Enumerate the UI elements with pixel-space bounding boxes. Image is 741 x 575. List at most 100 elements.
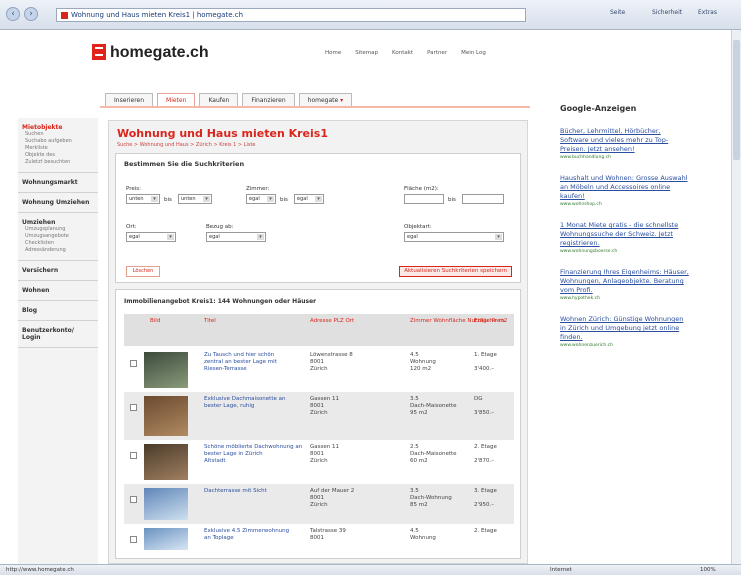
listing-title[interactable]: Exklusive Dachmaisonette an bester Lage,… — [204, 396, 285, 410]
rooms-to-select[interactable]: egal — [294, 194, 324, 204]
sidebar-item-title[interactable]: Benutzerkonto/ Login — [22, 327, 94, 341]
price-from-select[interactable]: unten — [126, 194, 160, 204]
toolbar-seite[interactable]: Seite — [610, 9, 625, 20]
toplink-partner[interactable]: Partner — [427, 50, 447, 56]
ad-text[interactable]: Bücher, Lehrmittel, Hörbücher, Software … — [560, 127, 690, 154]
results-title: Immobilienangebot Kreis1: 144 Wohnungen … — [124, 298, 317, 305]
moving-date-label: Bezug ab: — [206, 224, 234, 230]
toolbar-extras[interactable]: Extras — [698, 9, 717, 20]
sidebar-item-title[interactable]: Umziehen — [22, 219, 94, 226]
sidebar-subitem[interactable]: Suchen — [22, 131, 94, 138]
row-checkbox[interactable] — [130, 404, 137, 411]
forward-icon[interactable]: › — [24, 7, 38, 21]
scrollbar-thumb[interactable] — [733, 40, 740, 160]
sidebar-item-title[interactable]: Blog — [22, 307, 94, 314]
listing-title[interactable]: Dachterrasse mit Sicht — [204, 488, 267, 495]
area-to-input[interactable] — [462, 194, 504, 204]
address-bar[interactable]: Wohnung und Haus mieten Kreis1 | homegat… — [56, 8, 526, 22]
object-type-select[interactable]: egal — [404, 232, 504, 242]
sidebar-group: Wohnen — [18, 281, 98, 301]
sidebar-subitem[interactable]: Suchabo aufgeben — [22, 138, 94, 145]
status-zone: Internet — [550, 567, 572, 573]
col-adresse[interactable]: Adresse PLZ Ort — [310, 318, 354, 325]
sidebar-item-title[interactable]: Wohnung Umziehen — [22, 199, 94, 206]
tab-homegate[interactable]: homegate ▾ — [298, 93, 353, 106]
browser-toolbar: ‹ › Wohnung und Haus mieten Kreis1 | hom… — [0, 0, 741, 30]
ad-text[interactable]: Finanzierung Ihres Eigenheims: Häuser, W… — [560, 268, 690, 295]
listing-title[interactable]: Exklusive 4.5 Zimmerwohnung an Toplage — [204, 528, 289, 542]
sidebar-item-title[interactable]: Mietobjekte — [22, 124, 94, 131]
sidebar-subitem[interactable]: Merkliste — [22, 145, 94, 152]
sidebar-subitem[interactable]: Umzugsangebote — [22, 233, 94, 240]
area-from-input[interactable] — [404, 194, 444, 204]
tab-homegate-label: homegate — [307, 97, 339, 104]
save-search-button[interactable]: Aktualisieren Suchkriterien speichern — [399, 266, 512, 277]
col-titel[interactable]: Titel — [204, 318, 216, 325]
reset-button[interactable]: Löschen — [126, 266, 160, 277]
rooms-from-select[interactable]: egal — [246, 194, 276, 204]
table-row[interactable]: Zu Tausch und hier schön zentral an best… — [124, 348, 514, 392]
ad-text[interactable]: 1 Monat Miete gratis - die schnellste Wo… — [560, 221, 690, 248]
ad-item[interactable]: Haushalt und Wohnen: Grosse Auswahl an M… — [560, 174, 690, 207]
sidebar-group: Umziehen Umzugsplanung Umzugsangebote Check… — [18, 213, 98, 261]
listing-rooms: 4.5 Wohnung — [410, 528, 436, 541]
moving-date-select[interactable]: egal — [206, 232, 266, 242]
sidebar-subitem[interactable]: Objekte des — [22, 152, 94, 159]
back-icon[interactable]: ‹ — [6, 7, 20, 21]
homegate-logo-icon[interactable] — [92, 44, 106, 60]
toplink-sitemap[interactable]: Sitemap — [355, 50, 378, 56]
listing-address: Talstrasse 39 8001 — [310, 528, 346, 541]
listing-title[interactable]: Zu Tausch und hier schön zentral an best… — [204, 352, 277, 373]
row-checkbox[interactable] — [130, 536, 137, 543]
sidebar-item-title[interactable]: Wohnen — [22, 287, 94, 294]
sidebar-item-title[interactable]: Wohnungsmarkt — [22, 179, 94, 186]
table-row[interactable]: Exklusive Dachmaisonette an bester Lage,… — [124, 392, 514, 440]
status-bar: http://www.homegate.ch Internet 100% — [0, 564, 741, 575]
ad-text[interactable]: Wohnen Zürich: Günstige Wohnungen in Zür… — [560, 315, 690, 342]
tab-kaufen[interactable]: Kaufen — [199, 93, 239, 106]
row-checkbox[interactable] — [130, 496, 137, 503]
price-to-select[interactable]: unten — [178, 194, 212, 204]
sidebar-item-title[interactable]: Versichern — [22, 267, 94, 274]
sidebar-group: Wohnung Umziehen — [18, 193, 98, 213]
sidebar-subitem[interactable]: Zuletzt besuchten — [22, 159, 94, 166]
tab-inserieren[interactable]: Inserieren — [105, 93, 154, 106]
ad-url: www.wohnenzuerich.ch — [560, 343, 613, 348]
toplink-login[interactable]: Mein Log — [461, 50, 486, 56]
toolbar-sicherheit[interactable]: Sicherheit — [652, 9, 682, 20]
row-checkbox[interactable] — [130, 452, 137, 459]
table-row[interactable]: Dachterrasse mit Sicht Auf der Mauer 2 80… — [124, 484, 514, 524]
table-row[interactable]: Schöne möblierte Dachwohnung an bester L… — [124, 440, 514, 484]
vertical-scrollbar[interactable] — [731, 30, 741, 564]
ad-text[interactable]: Haushalt und Wohnen: Grosse Auswahl an M… — [560, 174, 690, 201]
listing-title[interactable]: Schöne möblierte Dachwohnung an bester L… — [204, 444, 302, 465]
listing-thumbnail[interactable] — [144, 444, 188, 480]
sidebar-subitem[interactable]: Checklisten — [22, 240, 94, 247]
listing-rooms: 2.5 Dach-Maisonette 60 m2 — [410, 444, 457, 464]
location-select[interactable]: egal — [126, 232, 176, 242]
ad-item[interactable]: Bücher, Lehrmittel, Hörbücher, Software … — [560, 127, 690, 160]
col-bild[interactable]: Bild — [150, 318, 160, 325]
price-bis-label: bis — [164, 197, 172, 203]
sidebar-subitem[interactable]: Adressänderung — [22, 247, 94, 254]
tab-mieten[interactable]: Mieten — [157, 93, 196, 106]
listing-thumbnail[interactable] — [144, 528, 188, 550]
ad-item[interactable]: Wohnen Zürich: Günstige Wohnungen in Zür… — [560, 315, 690, 348]
sidebar-subitem[interactable]: Umzugsplanung — [22, 226, 94, 233]
site-logo[interactable]: homegate.ch — [110, 44, 209, 62]
listing-thumbnail[interactable] — [144, 352, 188, 388]
listing-thumbnail[interactable] — [144, 396, 188, 436]
ad-item[interactable]: Finanzierung Ihres Eigenheims: Häuser, W… — [560, 268, 690, 301]
sidebar-group: Wohnungsmarkt — [18, 173, 98, 193]
table-row[interactable]: Exklusive 4.5 Zimmerwohnung an Toplage Ta… — [124, 524, 514, 554]
status-zoom[interactable]: 100% — [700, 567, 716, 573]
row-checkbox[interactable] — [130, 360, 137, 367]
favicon-icon — [61, 12, 68, 19]
col-preis[interactable]: Etage Preis — [474, 318, 505, 325]
toplink-kontakt[interactable]: Kontakt — [392, 50, 413, 56]
tab-finanzieren[interactable]: Finanzieren — [242, 93, 295, 106]
listing-thumbnail[interactable] — [144, 488, 188, 520]
ad-item[interactable]: 1 Monat Miete gratis - die schnellste Wo… — [560, 221, 690, 254]
breadcrumb[interactable]: Suche > Wohnung und Haus > Zürich > Krei… — [117, 142, 256, 148]
toplink-home[interactable]: Home — [325, 50, 341, 56]
